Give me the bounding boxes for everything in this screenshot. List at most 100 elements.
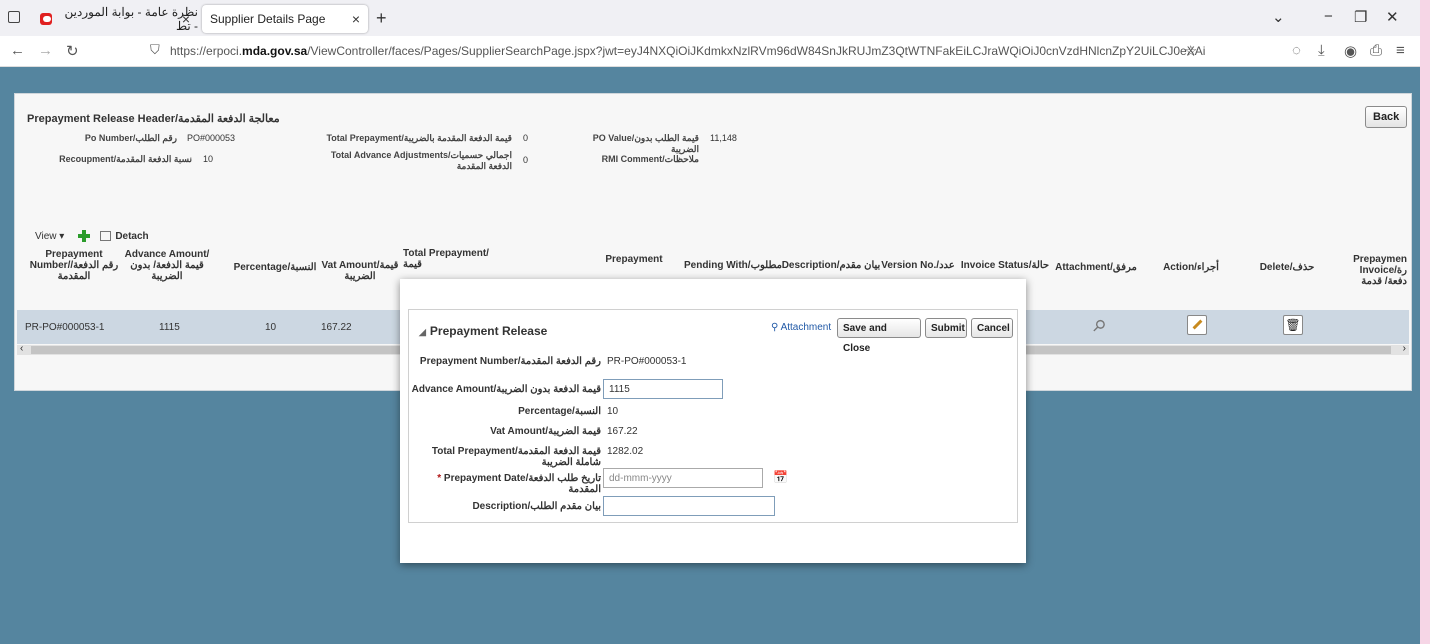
forward-arrow-icon[interactable]: → <box>38 42 53 59</box>
close-icon[interactable]: × <box>182 11 190 27</box>
cell-advance-amount: 1115 <box>159 322 180 333</box>
vat-amount-label: Vat Amount/قيمة الضريبة <box>490 426 601 437</box>
col-prepayment-number: Prepayment Number/رقم الدفعة/ المقدمة <box>29 249 119 282</box>
tab-strip: نظرة عامة - بوابة الموردين - تط × Suppli… <box>0 0 1420 36</box>
prepayment-number-value: PR-PO#000053-1 <box>607 356 687 367</box>
dialog-title-text: Prepayment Release <box>429 324 548 338</box>
col-percentage: Percentage/النسبة <box>233 262 317 273</box>
url-domain: mda.gov.sa <box>242 44 308 58</box>
close-icon[interactable]: × <box>352 11 360 27</box>
restore-icon[interactable]: ❐ <box>1354 8 1367 26</box>
percentage-value: 10 <box>607 406 619 417</box>
dialog-title[interactable]: ◢ Prepayment Release <box>419 324 547 338</box>
submit-button[interactable]: Submit <box>925 318 967 338</box>
po-value-label: PO Value/قيمة الطلب بدون الضريبة <box>592 133 699 154</box>
advance-amount-input[interactable] <box>603 379 723 399</box>
col-invoice-status: Invoice Status/حالة <box>960 260 1050 271</box>
menu-icon[interactable]: ≡ <box>1396 42 1405 59</box>
pocket-icon[interactable]: ◌ <box>1292 42 1301 59</box>
view-menu[interactable]: View ▾ <box>35 231 64 242</box>
oracle-icon <box>40 13 53 25</box>
paperclip-icon: ⚲ <box>771 322 779 333</box>
col-delete: Delete/حذف <box>1259 262 1315 273</box>
recoupment-value: 10 <box>203 154 214 164</box>
paperclip-icon[interactable]: ⚲ <box>1088 315 1110 337</box>
star-icon[interactable]: ☆ <box>1184 42 1197 60</box>
new-tab-icon[interactable]: + <box>376 8 387 29</box>
po-value-value: 11,148 <box>710 133 737 143</box>
cell-percentage: 10 <box>265 322 277 333</box>
col-prepayment-invoice: Prepaymen Invoice/رة دفعة/ قدمة <box>1353 254 1407 287</box>
page-edge <box>1420 0 1430 644</box>
url-prefix: https://erpoci. <box>170 44 243 58</box>
required-asterisk: * <box>437 473 444 484</box>
cell-vat-amount: 167.22 <box>321 322 352 333</box>
url-rest: /ViewController/faces/Pages/SupplierSear… <box>307 44 1205 58</box>
minimize-icon[interactable]: − <box>1324 8 1333 25</box>
advance-amount-label: Advance Amount/قيمة الدفعة بدون الضريبة <box>411 384 601 395</box>
calendar-icon[interactable]: 📅 <box>773 470 788 484</box>
scroll-left-icon[interactable]: ‹ <box>20 343 23 354</box>
extensions-icon[interactable]: ⎙ <box>1370 42 1382 59</box>
col-vat-amount: Vat Amount/قيمة الضريبة <box>321 260 399 282</box>
total-prepayment-value: 0 <box>523 133 529 143</box>
shield-icon[interactable]: ⛉ <box>150 42 160 58</box>
prepayment-date-label: * Prepayment Date/تاريخ طلب الدفعة المقد… <box>409 473 601 495</box>
po-number-value: PO#000053 <box>187 133 236 143</box>
back-arrow-icon[interactable]: ← <box>10 42 25 59</box>
tab-supplier-portal[interactable]: نظرة عامة - بوابة الموردين - تط × <box>32 5 198 33</box>
trash-icon[interactable]: 🗑 <box>1283 315 1303 335</box>
dialog-body: ◢ Prepayment Release ⚲ Attachment Save an… <box>408 309 1018 523</box>
back-button[interactable]: Back <box>1365 106 1408 128</box>
description-label: Description/بيان مقدم الطلب <box>472 501 601 512</box>
po-number-label: Po Number/رقم الطلب <box>84 133 177 143</box>
detach-button[interactable]: Detach <box>115 231 148 242</box>
download-icon[interactable]: ⤓ <box>1318 42 1325 59</box>
percentage-label: Percentage/النسبة <box>518 406 601 417</box>
col-total-prepayment: Total Prepayment/قيمة <box>403 248 489 270</box>
cancel-button[interactable]: Cancel <box>971 318 1013 338</box>
total-prepayment-value: 1282.02 <box>607 446 644 457</box>
view-label: View <box>35 230 57 242</box>
chevron-down-icon[interactable]: ⌄ <box>1272 8 1285 26</box>
recoupment-label: Recoupment/نسبة الدفعة المقدمة <box>59 154 192 164</box>
rmi-comment-label: RMI Comment/ملاحظات <box>601 154 699 164</box>
attachment-link[interactable]: ⚲ Attachment <box>771 322 831 333</box>
col-description: Description/بيان مقدم <box>781 260 881 271</box>
total-prepayment-label: Total Prepayment/قيمة الدفعة المقدمة شام… <box>431 446 601 468</box>
attachment-link-label: Attachment <box>780 322 832 333</box>
edit-icon[interactable] <box>1187 315 1207 335</box>
account-icon[interactable]: ◉ <box>1344 42 1357 60</box>
window-close-icon[interactable]: ✕ <box>1386 8 1399 26</box>
table-toolbar: View ▾ Detach <box>35 230 149 242</box>
url-bar[interactable]: https://erpoci. mda.gov.sa/ViewController… <box>170 39 1205 63</box>
save-and-close-button[interactable]: Save and Close <box>837 318 921 354</box>
col-pending-with: Pending With/مطلوب <box>683 260 783 271</box>
col-action: Action/أجراء <box>1163 262 1219 273</box>
tab-label: نظرة عامة - بوابة الموردين - تط <box>64 5 199 33</box>
col-prepayment-date: Prepayment <box>605 254 663 265</box>
collapse-triangle-icon[interactable]: ◢ <box>419 327 426 337</box>
prepayment-date-label-text: Prepayment Date/تاريخ طلب الدفعة المقدمة <box>443 473 601 495</box>
add-icon[interactable] <box>78 230 91 242</box>
page-title: Prepayment Release Header/معالجة الدفعة … <box>27 113 280 125</box>
tab-label: Supplier Details Page <box>210 12 326 26</box>
col-advance-amount: Advance Amount/قيمة الدفعة/ بدون الضريبة <box>124 249 210 282</box>
vat-amount-value: 167.22 <box>607 426 638 437</box>
cell-prepayment-number: PR-PO#000053-1 <box>25 322 105 333</box>
scroll-right-icon[interactable]: › <box>1403 343 1406 354</box>
total-advance-adjustments-value: 0 <box>523 155 529 165</box>
description-input[interactable] <box>603 496 775 516</box>
reload-icon[interactable]: ↻ <box>66 42 79 60</box>
total-advance-adjustments-label: Total Advance Adjustments/اجمالي حسميات … <box>330 150 512 171</box>
prepayment-number-label: Prepayment Number/رقم الدفعة المقدمة <box>419 356 601 367</box>
detach-icon[interactable] <box>100 231 112 241</box>
prepayment-release-dialog: ◢ Prepayment Release ⚲ Attachment Save an… <box>400 279 1026 563</box>
tab-list-icon[interactable] <box>8 11 20 23</box>
tab-supplier-details[interactable]: Supplier Details Page × <box>202 5 368 33</box>
prepayment-date-input[interactable] <box>603 468 763 488</box>
navigation-bar: ← → ↻ ⛉ https://erpoci. mda.gov.sa/ViewCo… <box>0 36 1420 67</box>
total-prepayment-label: Total Prepayment/قيمة الدفعة المقدمة بال… <box>326 133 512 143</box>
col-version-no: Version No./عدد <box>881 260 955 271</box>
browser-window: نظرة عامة - بوابة الموردين - تط × Suppli… <box>0 0 1420 644</box>
